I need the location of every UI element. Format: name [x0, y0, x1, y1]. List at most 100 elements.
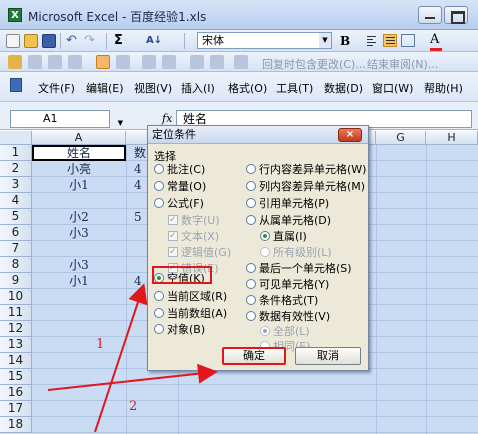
left-option-2[interactable]: 公式(F)	[154, 197, 204, 211]
row-header[interactable]: 15	[0, 369, 32, 385]
right-option-1[interactable]: 列内容差异单元格(M)	[246, 180, 365, 194]
row-header[interactable]: 11	[0, 305, 32, 321]
right-option-6[interactable]: 最后一个单元格(S)	[246, 262, 352, 276]
row-header[interactable]: 18	[0, 417, 32, 433]
cell-b[interactable]: 数	[126, 145, 146, 161]
cell-a[interactable]	[32, 305, 126, 321]
right-option-8[interactable]: 条件格式(T)	[246, 294, 318, 308]
radio-button[interactable]	[154, 308, 164, 318]
autosum-icon[interactable]: Σ	[114, 34, 128, 48]
reply-with-changes-button[interactable]: 回复时包含更改(C)...	[262, 56, 366, 72]
cell-b[interactable]: 4	[126, 273, 146, 289]
cell-a[interactable]	[32, 289, 126, 305]
radio-button[interactable]	[246, 263, 256, 273]
bold-button[interactable]: B	[340, 34, 350, 48]
radio-button[interactable]	[154, 181, 164, 191]
row-header[interactable]: 1	[0, 145, 32, 161]
row-header[interactable]: 4	[0, 193, 32, 209]
align-left-icon[interactable]	[365, 34, 379, 47]
row-header[interactable]: 10	[0, 289, 32, 305]
radio-button[interactable]	[246, 198, 256, 208]
open-folder-icon[interactable]	[24, 34, 38, 48]
left-option-4[interactable]: 文本(X)	[168, 229, 219, 244]
cell-b[interactable]	[126, 305, 146, 321]
right-option-10[interactable]: 全部(L)	[260, 325, 310, 339]
save-icon[interactable]	[42, 34, 56, 48]
end-review-button[interactable]: 结束审阅(N)...	[367, 56, 438, 72]
menu-format[interactable]: 格式(O)	[228, 80, 267, 96]
row-header[interactable]: 13	[0, 337, 32, 353]
radio-button[interactable]	[154, 164, 164, 174]
cell-a[interactable]: 小1	[32, 177, 126, 193]
review-icon[interactable]	[8, 55, 22, 69]
cell-b[interactable]	[126, 417, 146, 433]
review-icon[interactable]	[116, 55, 130, 69]
cell-b[interactable]	[126, 241, 146, 257]
cell-b[interactable]	[126, 321, 146, 337]
left-option-9[interactable]: 当前数组(A)	[154, 307, 227, 321]
row-header[interactable]: 6	[0, 225, 32, 241]
checkbox[interactable]	[168, 213, 178, 227]
radio-button[interactable]	[154, 291, 164, 301]
cell-b[interactable]	[126, 257, 146, 273]
row-header[interactable]: 14	[0, 353, 32, 369]
menu-window[interactable]: 窗口(W)	[372, 80, 413, 96]
cell-a[interactable]	[32, 241, 126, 257]
radio-button[interactable]	[154, 324, 164, 334]
row-header[interactable]: 16	[0, 385, 32, 401]
highlight-icon[interactable]	[96, 55, 110, 69]
undo-icon[interactable]: ↶	[66, 34, 80, 48]
cell-a[interactable]: 小1	[32, 273, 126, 289]
sort-ascending-icon[interactable]: A↓	[146, 34, 162, 48]
checkbox[interactable]	[168, 245, 178, 259]
radio-button[interactable]	[260, 247, 270, 257]
name-box[interactable]: A1 ▼	[10, 110, 123, 128]
left-option-0[interactable]: 批注(C)	[154, 163, 205, 177]
left-option-8[interactable]: 当前区域(R)	[154, 290, 227, 304]
cell-a[interactable]: 小亮	[32, 161, 126, 177]
right-option-0[interactable]: 行内容差异单元格(W)	[246, 163, 366, 177]
cell-a[interactable]: 小2	[32, 209, 126, 225]
cell-b[interactable]	[126, 353, 146, 369]
right-option-9[interactable]: 数据有效性(V)	[246, 310, 330, 324]
cell-b[interactable]: 4	[126, 177, 146, 193]
radio-button[interactable]	[260, 326, 270, 336]
column-header[interactable]: H	[426, 131, 478, 145]
new-document-icon[interactable]	[6, 34, 20, 48]
cell-a[interactable]	[32, 193, 126, 209]
row-header[interactable]: 2	[0, 161, 32, 177]
right-option-4[interactable]: 直属(I)	[260, 230, 307, 244]
review-icon[interactable]	[142, 55, 156, 69]
right-option-5[interactable]: 所有级别(L)	[260, 246, 332, 260]
cell-b[interactable]	[126, 193, 146, 209]
cell-a[interactable]	[32, 353, 126, 369]
radio-button[interactable]	[246, 279, 256, 289]
minimize-button[interactable]	[418, 6, 442, 24]
radio-button[interactable]	[246, 215, 256, 225]
font-color-button[interactable]: A	[430, 32, 443, 51]
cell-a[interactable]	[32, 417, 126, 433]
cell-a[interactable]: 小3	[32, 225, 126, 241]
review-icon[interactable]	[162, 55, 176, 69]
cell-b[interactable]	[126, 337, 146, 353]
column-header[interactable]: A	[32, 131, 126, 145]
chevron-down-icon[interactable]: ▼	[118, 115, 123, 131]
checkbox[interactable]	[168, 229, 178, 243]
review-icon[interactable]	[234, 55, 248, 69]
row-header[interactable]: 3	[0, 177, 32, 193]
cell-b[interactable]: 5	[126, 209, 146, 225]
row-header[interactable]: 8	[0, 257, 32, 273]
radio-button[interactable]	[246, 181, 256, 191]
cell-a[interactable]	[32, 385, 126, 401]
menu-help[interactable]: 帮助(H)	[424, 80, 463, 96]
menu-view[interactable]: 视图(V)	[134, 80, 172, 96]
left-option-10[interactable]: 对象(B)	[154, 323, 205, 337]
radio-button[interactable]	[154, 198, 164, 208]
row-header[interactable]: 17	[0, 401, 32, 417]
cancel-button[interactable]: 取消	[295, 347, 361, 365]
right-option-3[interactable]: 从属单元格(D)	[246, 214, 331, 228]
review-icon[interactable]	[68, 55, 82, 69]
right-option-7[interactable]: 可见单元格(Y)	[246, 278, 329, 292]
menu-edit[interactable]: 编辑(E)	[86, 80, 124, 96]
left-option-1[interactable]: 常量(O)	[154, 180, 206, 194]
